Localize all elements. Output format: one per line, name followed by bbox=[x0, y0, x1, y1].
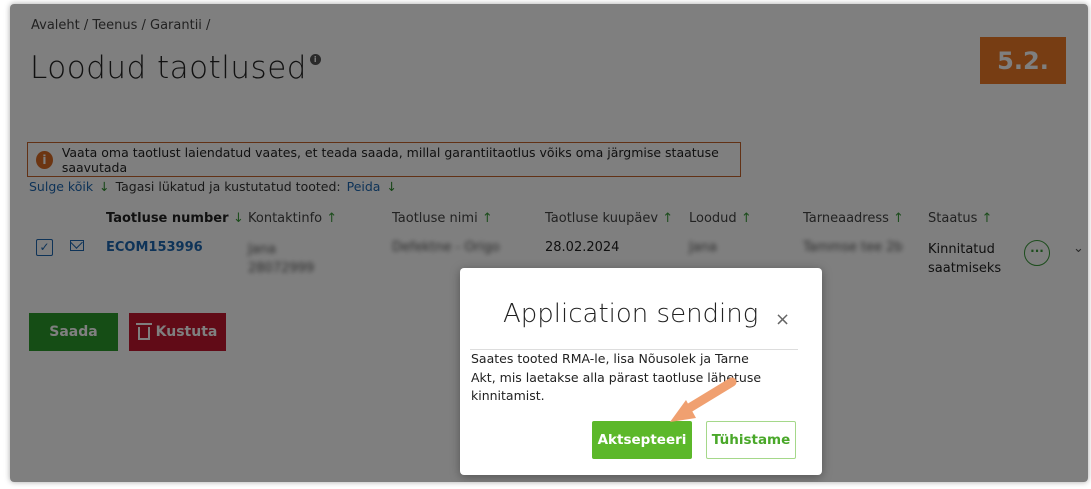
pointer-arrow-icon bbox=[670, 377, 737, 422]
browser-frame: Avaleht / Teenus / Garantii / Loodud tao… bbox=[10, 4, 1088, 482]
